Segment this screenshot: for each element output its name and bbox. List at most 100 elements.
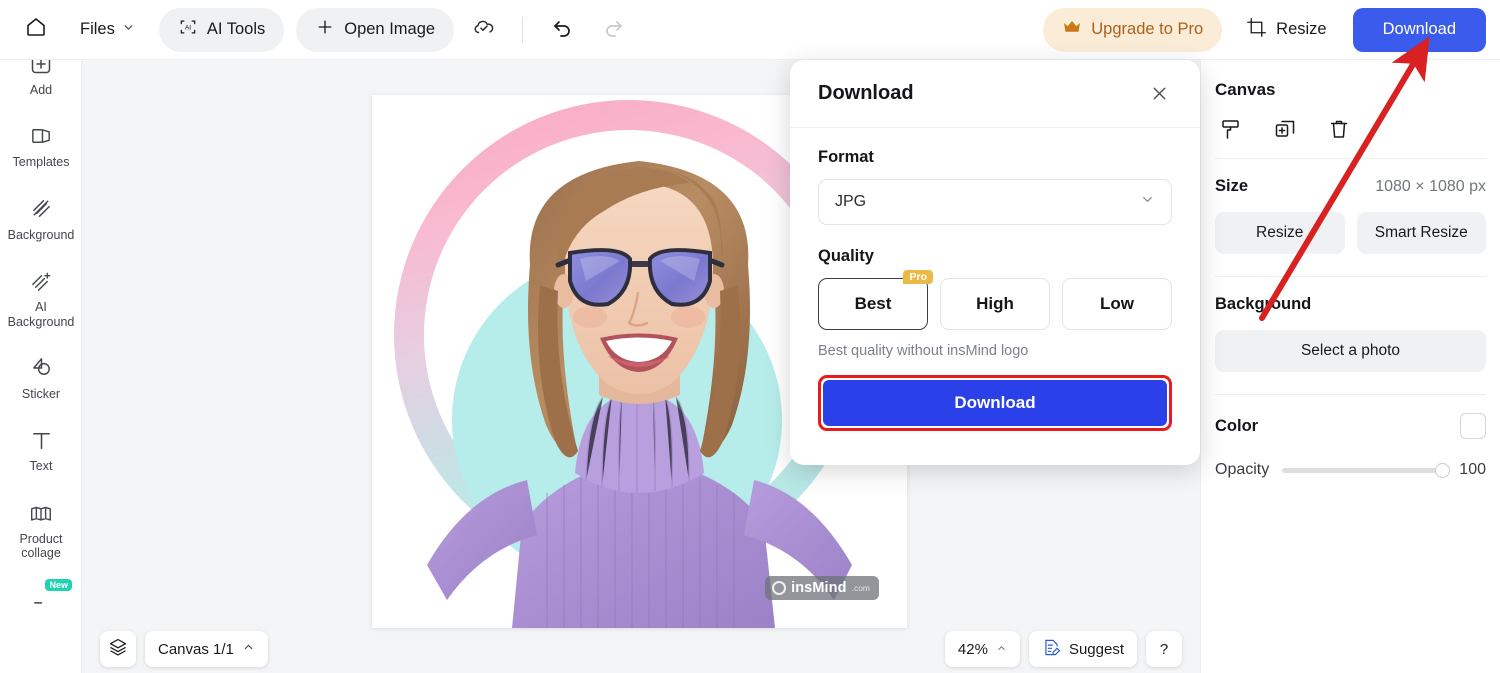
dialog-download-button[interactable]: Download — [823, 380, 1167, 426]
plus-icon — [315, 17, 335, 42]
left-sidebar: Add Templates Background AI Background S… — [0, 60, 82, 673]
dialog-title: Download — [818, 82, 914, 104]
sidebar-item-label: Product collage — [19, 531, 63, 560]
sidebar-item-templates[interactable]: Templates — [0, 110, 81, 182]
background-label: Background — [1215, 295, 1312, 313]
trash-icon[interactable] — [1326, 116, 1352, 142]
suggest-button[interactable]: Suggest — [1028, 631, 1137, 667]
resize-button-row: Resize Smart Resize — [1215, 212, 1486, 254]
sidebar-item-product-collage[interactable]: Product collage — [0, 487, 81, 574]
sidebar-item-label: Sticker — [21, 386, 61, 401]
cloud-save-button[interactable] — [464, 10, 504, 50]
sidebar-item-ai-background[interactable]: AI Background — [0, 255, 81, 342]
undo-button[interactable] — [543, 10, 583, 50]
download-button[interactable]: Download — [1352, 7, 1486, 52]
new-badge: New — [45, 579, 72, 592]
suggest-note-icon — [1042, 638, 1061, 661]
zoom-control[interactable]: 42% — [944, 631, 1020, 667]
select-a-photo-button[interactable]: Select a photo — [1215, 330, 1486, 372]
resize-button[interactable]: Resize — [1232, 8, 1340, 52]
toolbar-divider — [522, 16, 524, 43]
hatch-icon — [28, 196, 54, 222]
dialog-body: Format JPG Quality Pro Best High Low Bes… — [790, 128, 1200, 431]
upgrade-label: Upgrade to Pro — [1091, 20, 1204, 38]
undo-icon — [551, 15, 575, 44]
format-selected-value: JPG — [835, 193, 867, 210]
bottom-right-group: 42% Suggest ? — [944, 631, 1182, 667]
sidebar-item-text[interactable]: Text — [0, 414, 81, 486]
quality-option-low[interactable]: Low — [1062, 278, 1172, 330]
opacity-value: 100 — [1459, 461, 1486, 478]
zoom-level-label: 42% — [957, 640, 988, 658]
ai-tools-button[interactable]: AI AI Tools — [158, 7, 285, 52]
open-image-label: Open Image — [344, 20, 436, 38]
cloud-check-icon — [472, 15, 496, 44]
sidebar-item-add[interactable]: Add — [0, 60, 81, 110]
open-image-button[interactable]: Open Image — [296, 7, 455, 52]
home-icon — [24, 15, 48, 44]
quality-options: Pro Best High Low — [818, 270, 1172, 330]
home-button[interactable] — [14, 8, 58, 52]
pro-badge: Pro — [903, 270, 933, 284]
opacity-slider[interactable] — [1282, 462, 1450, 478]
watermark: insMind .com — [765, 576, 879, 600]
format-select[interactable]: JPG — [818, 179, 1172, 225]
size-value: 1080 × 1080 px — [1375, 177, 1486, 195]
crop-icon — [1246, 17, 1267, 43]
ai-tools-label: AI Tools — [206, 20, 266, 38]
chevron-down-icon — [1140, 192, 1155, 212]
color-label: Color — [1215, 416, 1259, 435]
insmind-logo-icon — [772, 581, 787, 595]
background-row: Background — [1215, 295, 1486, 314]
hatch-sparkle-icon — [28, 268, 54, 294]
sidebar-item-partial[interactable]: New — [0, 573, 81, 625]
ai-scan-icon: AI — [178, 17, 198, 42]
sidebar-item-label: AI Background — [7, 300, 75, 329]
sidebar-item-label: Background — [7, 227, 75, 242]
quality-option-high[interactable]: High — [940, 278, 1050, 330]
upgrade-to-pro-button[interactable]: Upgrade to Pro — [1043, 7, 1223, 52]
sidebar-item-sticker[interactable]: Sticker — [0, 342, 81, 414]
canvas-selector-label: Canvas 1/1 — [158, 640, 234, 658]
format-label: Format — [818, 148, 874, 166]
paint-roller-icon[interactable] — [1218, 116, 1244, 142]
layers-icon — [108, 637, 128, 661]
help-button[interactable]: ? — [1146, 631, 1182, 667]
opacity-row: Opacity 100 — [1215, 461, 1486, 479]
quality-option-best[interactable]: Pro Best — [818, 270, 933, 330]
crown-icon — [1062, 19, 1082, 40]
panel-title-canvas: Canvas — [1215, 80, 1276, 99]
panel-divider — [1215, 158, 1486, 159]
chevron-up-icon — [996, 641, 1007, 658]
dialog-header: Download — [790, 60, 1200, 128]
files-menu-button[interactable]: Files — [68, 12, 147, 47]
quality-option-label: High — [976, 294, 1014, 313]
chevron-up-icon — [242, 641, 255, 658]
right-properties-panel: Canvas Size 1080 × 1080 px Resize Smart … — [1200, 60, 1500, 673]
redo-button[interactable] — [593, 10, 633, 50]
plus-square-icon — [28, 60, 54, 77]
download-highlight-box: Download — [818, 375, 1172, 431]
close-icon[interactable] — [1146, 81, 1172, 107]
duplicate-icon[interactable] — [1272, 116, 1298, 142]
svg-text:AI: AI — [185, 25, 191, 32]
layers-button[interactable] — [100, 631, 136, 667]
size-label: Size — [1215, 177, 1249, 195]
opacity-slider-knob[interactable] — [1435, 462, 1450, 478]
redo-icon — [601, 15, 625, 44]
panel-resize-button[interactable]: Resize — [1215, 212, 1345, 254]
canvas-tool-icons — [1215, 116, 1486, 142]
sidebar-item-label: Templates — [12, 155, 70, 170]
sidebar-item-label: Add — [29, 83, 53, 97]
insmind-editor: Files AI AI Tools Open Image Upgrade to … — [0, 0, 1500, 673]
canvas-selector-button[interactable]: Canvas 1/1 — [145, 631, 268, 667]
panel-divider-3 — [1215, 394, 1486, 395]
size-row: Size 1080 × 1080 px — [1215, 177, 1486, 196]
smart-resize-button[interactable]: Smart Resize — [1356, 212, 1486, 254]
color-swatch[interactable] — [1460, 413, 1486, 439]
quality-option-label: Low — [1100, 294, 1134, 313]
collage-icon — [28, 500, 54, 526]
sidebar-item-background[interactable]: Background — [0, 183, 81, 255]
chevron-down-icon — [122, 20, 135, 39]
templates-icon — [28, 123, 54, 149]
